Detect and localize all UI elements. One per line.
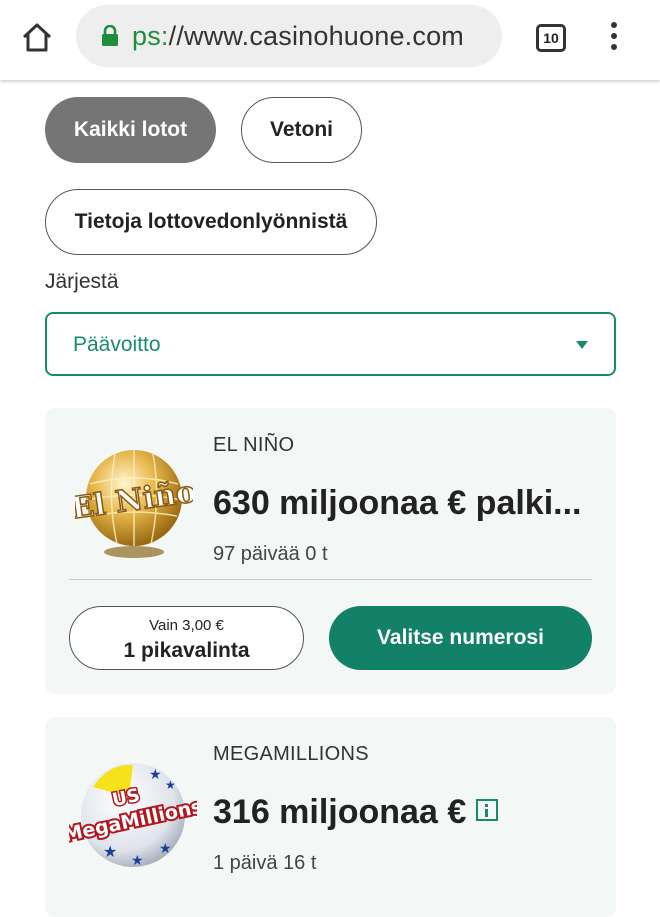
choose-numbers-button[interactable]: Valitse numerosi [329,606,592,670]
svg-text:★: ★ [131,852,144,868]
tab-count: 10 [543,30,559,46]
lock-icon [102,25,118,46]
quick-pick-label: 1 pikavalinta [123,639,250,662]
overflow-menu-icon[interactable] [609,22,619,52]
svg-text:★: ★ [159,840,172,856]
time-remaining: 1 päivä 16 t [213,852,317,874]
url-host: //www.casinohuone.com [168,21,464,51]
el-nino-logo: El Niño [75,450,193,558]
svg-text:★: ★ [103,844,117,861]
lottery-card: El Niño EL NIÑO 630 miljoonaa € palki...… [45,408,616,694]
lottery-card: ★ ★ ★ ★ ★ US MegaMillions MEGAMILLIONS 3… [45,717,616,917]
filter-all-lotteries[interactable]: Kaikki lotot [45,97,216,163]
sort-selected-value: Päävoitto [73,333,161,356]
megamillions-logo: ★ ★ ★ ★ ★ US MegaMillions [69,763,197,868]
svg-text:★: ★ [149,766,162,782]
chevron-down-icon [576,341,588,349]
sort-label: Järjestä [45,270,119,293]
quick-pick-button[interactable]: Vain 3,00 € 1 pikavalinta [69,606,304,670]
jackpot-amount: 630 miljoonaa € palki... [213,484,582,522]
lottery-name: MEGAMILLIONS [213,743,369,765]
jackpot-amount: 316 miljoonaa € [213,793,499,832]
filter-info[interactable]: Tietoja lottovedonlyönnistä [45,189,377,255]
lottery-name: EL NIÑO [213,434,295,456]
card-divider [69,579,592,580]
tab-switcher-icon[interactable]: 10 [536,24,566,52]
jackpot-amount-text: 316 miljoonaa € [213,793,467,831]
address-bar[interactable]: ps://www.casinohuone.com [76,5,502,67]
url-scheme: ps: [132,21,169,51]
svg-text:★: ★ [165,778,176,792]
home-icon[interactable] [20,20,54,54]
time-remaining: 97 päivää 0 t [213,543,328,565]
browser-toolbar: ps://www.casinohuone.com 10 [0,0,660,80]
filter-bets[interactable]: Vetoni [241,97,362,163]
info-icon[interactable] [476,799,499,822]
sort-select[interactable]: Päävoitto [45,312,616,376]
url-text: ps://www.casinohuone.com [132,21,464,52]
quick-pick-price: Vain 3,00 € [149,617,224,634]
